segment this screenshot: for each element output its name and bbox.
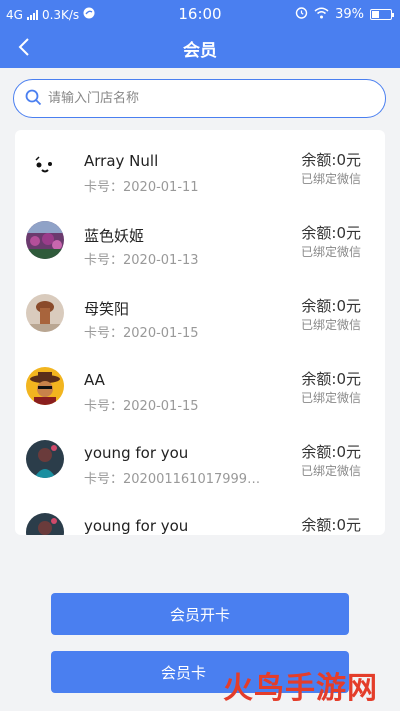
second-button-label: 会员卡 [161, 664, 207, 682]
battery-level: 39% [335, 7, 364, 22]
watermark-logo: 火鸟手游网 [223, 671, 378, 706]
member-balance: 余额:0元 [301, 297, 361, 315]
member-name: 蓝色妖姬 [84, 227, 145, 245]
search-bar[interactable] [13, 79, 386, 118]
member-card-number: 卡号：2020-01-13 [84, 253, 199, 268]
nav-bar: 会员 [0, 28, 400, 68]
member-row[interactable]: young for you 余额:0元 [15, 495, 385, 535]
wechat-bind-status: 已绑定微信 [300, 245, 361, 259]
flower-field-avatar [26, 221, 64, 259]
search-input[interactable] [48, 84, 368, 112]
member-balance: 余额:0元 [301, 443, 361, 461]
member-name: young for you [84, 444, 189, 462]
member-balance: 余额:0元 [301, 151, 361, 169]
battery-icon [370, 9, 394, 20]
member-row[interactable]: young for you 卡号：20200116101799992… 余额:0… [15, 422, 385, 495]
status-right: 39% [295, 6, 394, 23]
member-card-number: 卡号：2020-01-11 [84, 180, 199, 195]
dark-portrait-avatar [26, 440, 64, 478]
member-balance: 余额:0元 [301, 516, 361, 534]
member-name: young for you [84, 517, 189, 535]
wechat-bind-status: 已绑定微信 [300, 172, 361, 186]
search-icon [25, 89, 42, 106]
status-bar: 4G 0.3K/s 16:00 39% [0, 0, 400, 28]
member-card-number: 卡号：20200116101799992… [84, 472, 264, 487]
wechat-bind-status: 已绑定微信 [300, 464, 361, 478]
member-card-number: 卡号：2020-01-15 [84, 326, 199, 341]
member-name: AA [84, 371, 105, 389]
brown-photo-avatar [26, 294, 64, 332]
app-header: 4G 0.3K/s 16:00 39% 会员 [0, 0, 400, 68]
member-row[interactable]: 母笑阳 卡号：2020-01-15 余额:0元 已绑定微信 [15, 276, 385, 349]
member-balance: 余额:0元 [301, 370, 361, 388]
page-title: 会员 [183, 41, 217, 61]
dark-portrait-avatar [26, 513, 64, 535]
member-row[interactable]: AA 卡号：2020-01-15 余额:0元 已绑定微信 [15, 349, 385, 422]
member-row[interactable]: Array Null 卡号：2020-01-11 余额:0元 已绑定微信 [15, 130, 385, 203]
dog-face-avatar [26, 148, 64, 186]
member-name: Array Null [84, 152, 159, 170]
wifi-icon [314, 7, 329, 23]
member-row[interactable]: 蓝色妖姬 卡号：2020-01-13 余额:0元 已绑定微信 [15, 203, 385, 276]
member-card-number: 卡号：2020-01-15 [84, 399, 199, 414]
member-balance: 余额:0元 [301, 224, 361, 242]
open-card-button[interactable]: 会员开卡 [51, 593, 349, 635]
wechat-bind-status: 已绑定微信 [300, 391, 361, 405]
alarm-icon [295, 6, 308, 23]
member-name: 母笑阳 [84, 300, 130, 318]
member-list[interactable]: Array Null 卡号：2020-01-11 余额:0元 已绑定微信 蓝色妖… [15, 130, 385, 535]
wechat-bind-status: 已绑定微信 [300, 318, 361, 332]
cowboy-cartoon-avatar [26, 367, 64, 405]
